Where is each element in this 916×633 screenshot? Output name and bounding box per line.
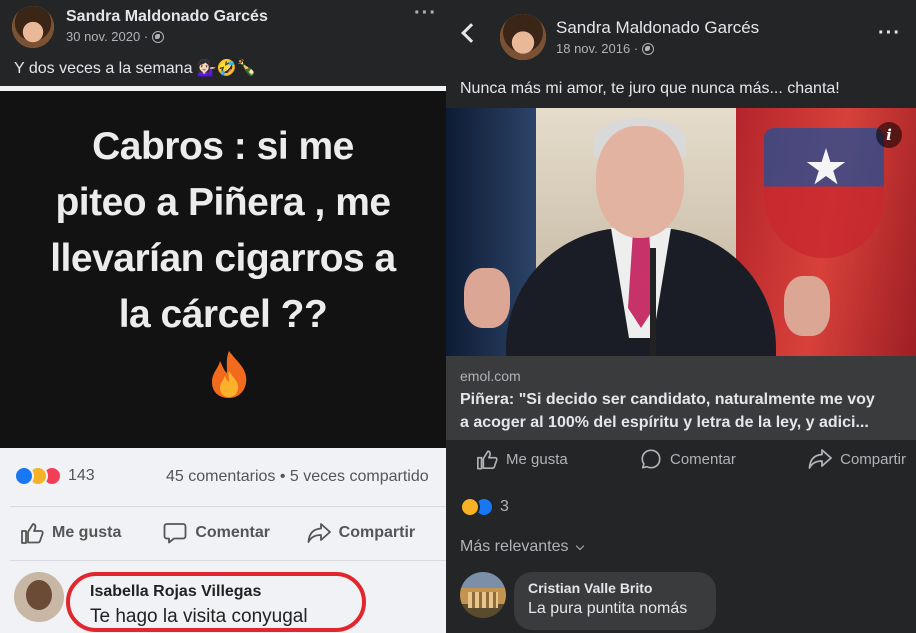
action-bar: Me gusta Comentar Compartir	[476, 448, 906, 470]
commenter-avatar[interactable]	[460, 572, 506, 618]
meme-image[interactable]: Cabros : si me piteo a Piñera , me lleva…	[0, 86, 446, 448]
like-button[interactable]: Me gusta	[476, 448, 568, 470]
action-bar: Me gusta Comentar Compartir	[20, 522, 446, 544]
post-caption: Nunca más mi amor, te juro que nunca más…	[460, 80, 840, 97]
meme-text: Cabros : si me piteo a Piñera , me lleva…	[0, 119, 446, 343]
like-button[interactable]: Me gusta	[20, 522, 163, 544]
meme-line: piteo a Piñera , me	[55, 181, 391, 224]
share-icon	[808, 449, 833, 469]
meme-line: llevarían cigarros a	[50, 237, 396, 280]
left-post: Sandra Maldonado Garcés 30 nov. 2020 · ·…	[0, 0, 446, 633]
more-options-icon[interactable]: ···	[414, 2, 437, 25]
comment-text: Te hago la visita conyugal	[90, 606, 308, 627]
link-domain: emol.com	[460, 368, 521, 384]
author-name[interactable]: Sandra Maldonado Garcés	[66, 8, 268, 26]
like-label: Me gusta	[506, 450, 568, 468]
comment-button[interactable]: Comentar	[640, 448, 736, 470]
link-title-line: a acoger al 100% del espíritu y letra de…	[460, 414, 869, 431]
share-button[interactable]: Compartir	[808, 448, 906, 470]
share-icon	[307, 523, 331, 543]
fire-emoji	[212, 351, 247, 398]
globe-icon	[152, 30, 165, 43]
comment-label: Comentar	[195, 524, 271, 541]
reaction-count: 3	[500, 498, 509, 515]
screenshot-fb-post: 143 45 comentarios • 5 veces compartido …	[0, 448, 446, 633]
commenter-name[interactable]: Cristian Valle Brito	[528, 580, 702, 596]
chevron-down-icon	[575, 541, 584, 550]
sort-label: Más relevantes	[460, 538, 569, 555]
author-name[interactable]: Sandra Maldonado Garcés	[556, 18, 759, 38]
more-options-icon[interactable]: ···	[878, 22, 901, 45]
link-preview-image[interactable]: i	[446, 108, 916, 356]
post-caption: Y dos veces a la semana 💁🏻‍♀️🤣🍾	[14, 60, 257, 77]
author-avatar[interactable]	[500, 14, 546, 60]
post-date[interactable]: 18 nov. 2016 ·	[556, 41, 638, 56]
post-meta: 18 nov. 2016 ·	[556, 41, 759, 56]
comment-icon	[163, 523, 187, 544]
comment-text: La pura puntita nomás	[528, 600, 688, 617]
like-icon	[21, 523, 44, 544]
comments-shares[interactable]: 45 comentarios • 5 veces compartido	[166, 468, 429, 486]
comment-sort-dropdown[interactable]: Más relevantes	[460, 538, 584, 556]
commenter-avatar[interactable]	[14, 572, 64, 622]
like-label: Me gusta	[52, 524, 122, 541]
haha-reaction	[460, 497, 480, 517]
globe-icon	[642, 42, 655, 55]
link-title-line: Piñera: "Si decido ser candidato, natura…	[460, 391, 875, 408]
comment-button[interactable]: Comentar	[163, 522, 306, 544]
meme-line: Cabros : si me	[92, 125, 354, 168]
post-header: Sandra Maldonado Garcés 18 nov. 2016 ·	[500, 14, 916, 60]
reaction-summary[interactable]: 143	[14, 466, 95, 486]
author-avatar[interactable]	[12, 6, 54, 48]
meme-line: la cárcel ??	[118, 293, 328, 336]
divider	[10, 506, 446, 507]
comment-label: Comentar	[669, 450, 736, 468]
back-chevron-icon[interactable]	[461, 23, 481, 43]
like-icon	[477, 449, 498, 469]
post-meta: 30 nov. 2020 ·	[66, 29, 268, 44]
reaction-count: 143	[68, 467, 95, 484]
share-label: Compartir	[338, 524, 416, 541]
commenter-name[interactable]: Isabella Rojas Villegas	[90, 583, 261, 601]
share-label: Compartir	[840, 450, 906, 468]
info-icon[interactable]: i	[876, 122, 902, 148]
reaction-summary[interactable]: 3	[460, 497, 509, 517]
post-header: Sandra Maldonado Garcés 30 nov. 2020 ·	[12, 6, 446, 48]
link-preview[interactable]: emol.com Piñera: "Si decido ser candidat…	[446, 356, 916, 440]
divider	[10, 560, 446, 561]
comment-bubble[interactable]: Cristian Valle Brito La pura puntita nom…	[514, 572, 716, 630]
post-date[interactable]: 30 nov. 2020 ·	[66, 29, 148, 44]
like-reaction	[14, 466, 34, 486]
comment-icon	[641, 449, 661, 469]
share-button[interactable]: Compartir	[307, 522, 446, 544]
right-post: Sandra Maldonado Garcés 18 nov. 2016 · ·…	[446, 0, 916, 633]
